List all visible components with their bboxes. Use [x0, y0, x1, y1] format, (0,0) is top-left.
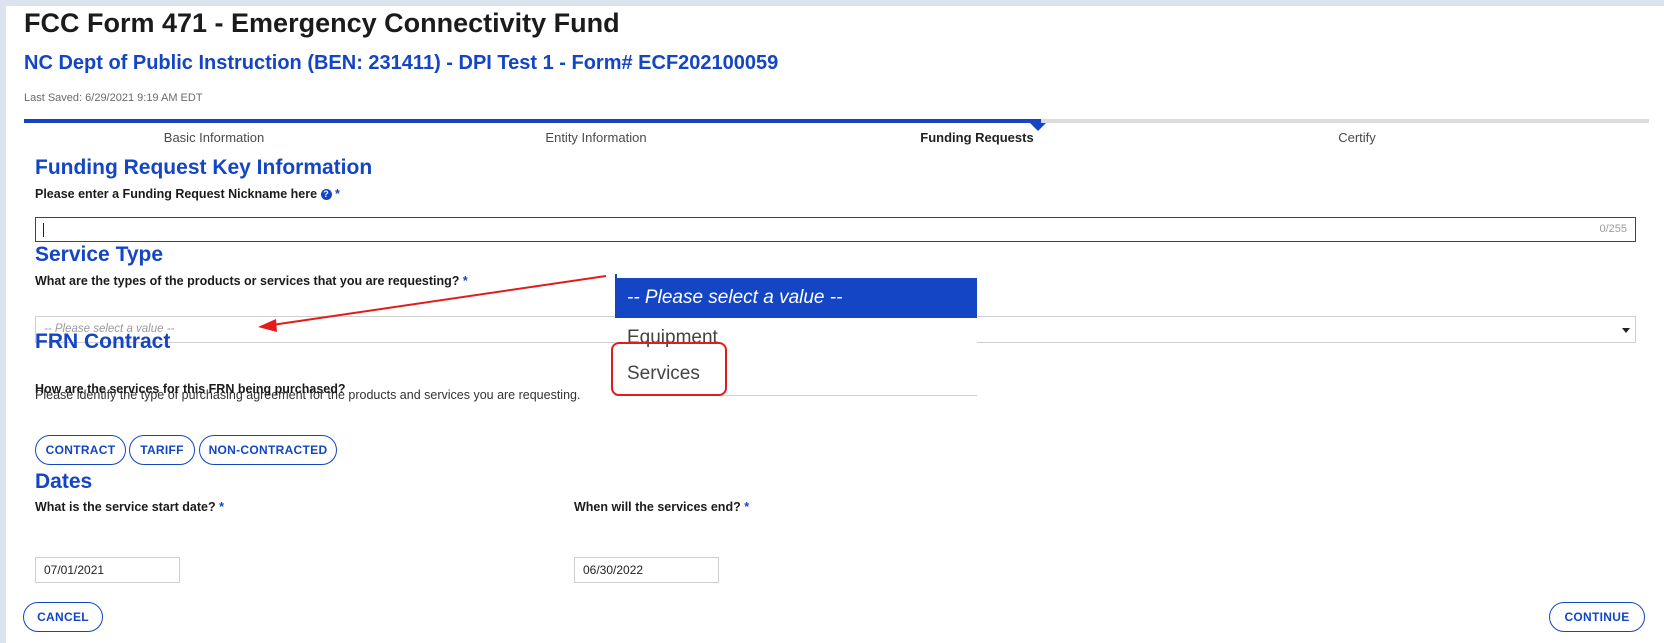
contract-button[interactable]: CONTRACT	[35, 435, 126, 465]
frn-contract-heading: FRN Contract	[35, 330, 171, 353]
help-icon[interactable]: ?	[320, 189, 332, 201]
step-entity-information[interactable]: Entity Information	[393, 130, 799, 145]
tariff-button[interactable]: TARIFF	[129, 435, 195, 465]
progress-fill	[24, 119, 1041, 123]
step-funding-requests[interactable]: Funding Requests	[774, 130, 1180, 145]
start-date-label: What is the service start date? *	[35, 500, 224, 514]
required-mark: *	[219, 500, 224, 514]
required-mark: *	[335, 187, 340, 201]
non-contracted-button[interactable]: NON-CONTRACTED	[199, 435, 337, 465]
service-type-heading: Service Type	[35, 243, 164, 266]
required-mark: *	[744, 500, 750, 514]
required-mark: *	[462, 274, 468, 288]
last-saved: Last Saved: 6/29/2021 9:19 AM EDT	[24, 92, 203, 104]
step-basic-information[interactable]: Basic Information	[11, 130, 417, 145]
end-date-input[interactable]: 06/30/2022	[574, 557, 719, 583]
option-placeholder[interactable]: -- Please select a value --	[615, 278, 977, 318]
end-date-label: When will the services end? *	[574, 500, 749, 514]
step-certify[interactable]: Certify	[1154, 130, 1560, 145]
nickname-label: Please enter a Funding Request Nickname …	[35, 187, 340, 201]
contract-question: How are the services for this FRN being …	[35, 382, 346, 396]
nickname-label-text: Please enter a Funding Request Nickname …	[35, 187, 318, 201]
character-counter: 0/255	[1599, 223, 1627, 235]
key-info-heading: Funding Request Key Information	[35, 156, 373, 179]
form-page: FCC Form 471 - Emergency Connectivity Fu…	[6, 6, 1664, 643]
cancel-button[interactable]: CANCEL	[23, 602, 103, 632]
service-type-question-text: What are the types of the products or se…	[35, 274, 460, 288]
end-date-label-text: When will the services end?	[574, 500, 741, 514]
service-type-question: What are the types of the products or se…	[35, 274, 468, 288]
text-cursor	[43, 223, 44, 237]
start-date-input[interactable]: 07/01/2021	[35, 557, 180, 583]
start-date-label-text: What is the service start date?	[35, 500, 216, 514]
continue-button[interactable]: CONTINUE	[1549, 602, 1645, 632]
caret-down-icon[interactable]	[1622, 328, 1630, 333]
services-highlight-box	[611, 342, 727, 396]
page-title: FCC Form 471 - Emergency Connectivity Fu…	[24, 8, 620, 38]
page-subtitle: NC Dept of Public Instruction (BEN: 2314…	[24, 52, 779, 74]
dates-heading: Dates	[35, 470, 93, 493]
nickname-input[interactable]: 0/255	[35, 217, 1636, 242]
